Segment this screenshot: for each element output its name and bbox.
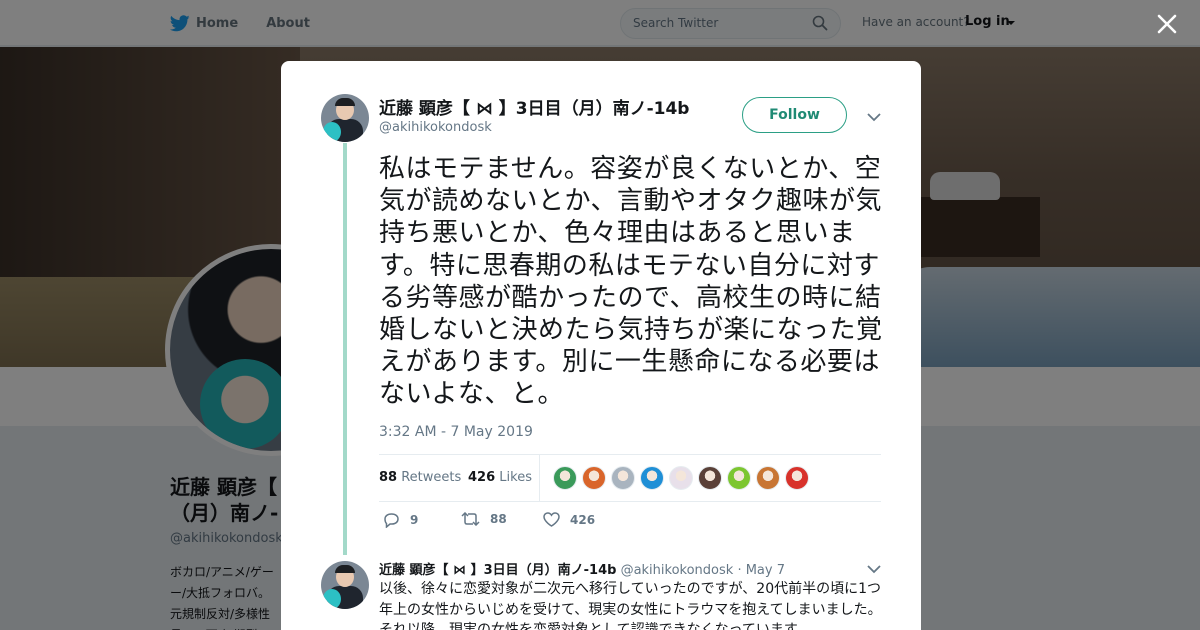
retweet-icon <box>461 512 480 526</box>
tweet-author-avatar[interactable] <box>321 94 369 142</box>
retweets-count: 88 <box>379 470 398 485</box>
chevron-down-icon[interactable] <box>867 564 881 574</box>
tweet-author-handle[interactable]: @akihikokondosk <box>379 120 492 135</box>
stats-divider <box>539 455 540 501</box>
tweet-timestamp[interactable]: 3:32 AM - 7 May 2019 <box>379 424 533 440</box>
liker-avatar[interactable] <box>553 466 577 490</box>
reply-date[interactable]: May 7 <box>746 563 785 578</box>
reply-author-avatar[interactable] <box>321 561 369 609</box>
heart-icon <box>543 512 560 527</box>
retweets-label: Retweets <box>401 470 462 485</box>
likes-label: Likes <box>499 470 532 485</box>
tweet-actions: 9 88 426 <box>379 512 779 532</box>
chevron-down-icon[interactable] <box>867 112 881 122</box>
likes-stat[interactable]: 426 Likes <box>468 470 532 485</box>
tweet-text: 私はモテません。容姿が良くないとか、空気が読めないとか、言動やオタク趣味が気持ち… <box>379 154 883 410</box>
reply-author-handle[interactable]: @akihikokondosk <box>621 563 734 578</box>
reply-separator: · <box>733 563 746 578</box>
liker-avatar[interactable] <box>640 466 664 490</box>
liker-avatar[interactable] <box>756 466 780 490</box>
like-action[interactable]: 426 <box>543 512 595 527</box>
liker-avatar[interactable] <box>669 466 693 490</box>
liker-avatar[interactable] <box>582 466 606 490</box>
liker-avatars <box>553 466 814 490</box>
liker-avatar[interactable] <box>727 466 751 490</box>
reply-count: 9 <box>410 513 419 527</box>
retweets-stat[interactable]: 88 Retweets <box>379 470 461 485</box>
retweet-count: 88 <box>490 512 507 526</box>
liker-avatar[interactable] <box>698 466 722 490</box>
tweet-permalink-modal: 近藤 顕彦【 ⋈ 】3日目（月）南ノ-14b @akihikokondosk F… <box>281 61 921 630</box>
reply-header: 近藤 顕彦【 ⋈ 】3日目（月）南ノ-14b @akihikokondosk ·… <box>379 559 785 578</box>
reply-author-name[interactable]: 近藤 顕彦【 ⋈ 】3日目（月）南ノ-14b <box>379 563 616 578</box>
follow-button[interactable]: Follow <box>742 97 847 133</box>
retweet-action[interactable]: 88 <box>461 512 507 526</box>
liker-avatar[interactable] <box>785 466 809 490</box>
reply-action[interactable]: 9 <box>383 512 418 528</box>
close-icon[interactable] <box>1156 13 1178 35</box>
reply-icon <box>384 513 399 528</box>
thread-line <box>343 143 347 555</box>
tweet-stats: 88 Retweets 426 Likes <box>379 454 881 502</box>
likes-count: 426 <box>468 470 496 485</box>
liker-avatar[interactable] <box>611 466 635 490</box>
like-count: 426 <box>570 512 596 527</box>
reply-text: 以後、徐々に恋愛対象が二次元へ移行していったのですが、20代前半の頃に1つ年上の… <box>379 581 882 630</box>
tweet-author-name[interactable]: 近藤 顕彦【 ⋈ 】3日目（月）南ノ-14b <box>379 94 689 119</box>
